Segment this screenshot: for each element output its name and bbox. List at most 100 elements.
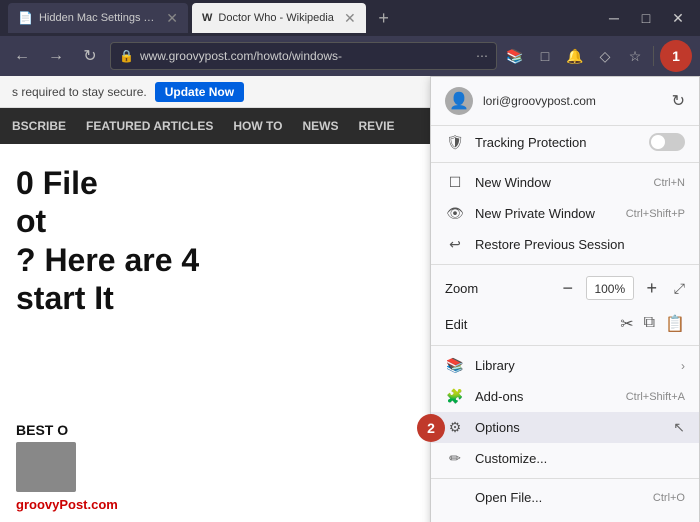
nav-bar: ← → ↻ 🔒 www.groovypost.com/howto/windows… [0, 36, 700, 76]
library-menu-icon: 📚 [445, 357, 465, 374]
cut-icon[interactable]: ✂ [620, 314, 633, 334]
hamburger-menu-button[interactable]: 1 [660, 40, 692, 72]
private-window-shortcut: Ctrl+Shift+P [626, 208, 685, 220]
step1-badge-label: 1 [672, 48, 680, 64]
private-window-label: New Private Window [475, 206, 616, 221]
back-button[interactable]: ← [8, 42, 36, 70]
zoom-value: 100% [586, 276, 634, 300]
divider-3 [431, 345, 699, 346]
zoom-fullscreen-icon[interactable]: ⤢ [674, 280, 685, 297]
menu-button-area: 1 [660, 40, 692, 72]
menu-item-addons[interactable]: 🧩 Add-ons Ctrl+Shift+A [431, 381, 699, 412]
avatar-icon: 👤 [449, 91, 469, 111]
security-icon: 🔒 [119, 49, 134, 63]
tab2-favicon: W [202, 12, 212, 24]
tab1-favicon: 📄 [18, 11, 33, 25]
customize-label: Customize... [475, 451, 685, 466]
step2-badge: 2 [417, 414, 445, 442]
menu-item-open-file[interactable]: Open File... Ctrl+O [431, 483, 699, 512]
options-label: Options [475, 420, 659, 435]
forward-button[interactable]: → [42, 42, 70, 70]
pocket-icon[interactable]: ◇ [593, 44, 617, 68]
cursor-icon: ↖ [673, 419, 685, 436]
divider-2 [431, 264, 699, 265]
tab1-close[interactable]: ✕ [166, 10, 178, 27]
menu-item-library[interactable]: 📚 Library › [431, 350, 699, 381]
addons-icon: 🧩 [445, 388, 465, 405]
menu-item-edit: Edit ✂ ⧉ 📋 [431, 307, 699, 341]
tab-doctor-who[interactable]: W Doctor Who - Wikipedia ✕ [192, 3, 366, 33]
menu-item-restore[interactable]: ↩ Restore Previous Session [431, 229, 699, 260]
menu-item-tracking[interactable]: 🛡 Tracking Protection [431, 126, 699, 158]
menu-item-save-page[interactable]: Save Page As... Ctrl+S [431, 512, 699, 522]
step2-badge-label: 2 [427, 420, 435, 436]
toolbar-icons: 📚 □ 🔔 ◇ ☆ 1 [503, 40, 692, 72]
open-file-shortcut: Ctrl+O [653, 492, 685, 504]
restore-icon: ↩ [445, 236, 465, 253]
menu-item-private-window[interactable]: 👁 New Private Window Ctrl+Shift+P [431, 198, 699, 229]
tab-hidden-mac[interactable]: 📄 Hidden Mac Settings You Ca... ✕ [8, 3, 188, 33]
tracking-icon: 🛡 [445, 134, 465, 151]
options-icon: ⚙ [445, 419, 465, 436]
paste-icon[interactable]: 📋 [665, 314, 685, 334]
reload-button[interactable]: ↻ [76, 42, 104, 70]
library-label: Library [475, 358, 671, 373]
addons-shortcut: Ctrl+Shift+A [626, 391, 685, 403]
url-text: www.groovypost.com/howto/windows- [140, 49, 470, 63]
menu-item-new-window[interactable]: ☐ New Window Ctrl+N [431, 167, 699, 198]
page-footer: BEST O groovyPost.com [0, 414, 270, 522]
close-button[interactable]: ✕ [664, 4, 692, 32]
title-bar: 📄 Hidden Mac Settings You Ca... ✕ W Doct… [0, 0, 700, 36]
best-of-label: BEST O [16, 422, 254, 438]
sync-button[interactable]: ↻ [672, 91, 685, 111]
update-now-button[interactable]: Update Now [155, 82, 244, 102]
new-window-label: New Window [475, 175, 644, 190]
nav-reviews[interactable]: REVIE [358, 119, 394, 133]
new-tab-button[interactable]: + [370, 4, 398, 32]
window-controls: ─ □ ✕ [600, 4, 692, 32]
tab2-close[interactable]: ✕ [344, 10, 356, 27]
separator [653, 46, 654, 66]
menu-email: lori@groovypost.com [483, 94, 662, 108]
menu-avatar: 👤 [445, 87, 473, 115]
maximize-button[interactable]: □ [632, 4, 660, 32]
restore-label: Restore Previous Session [475, 237, 685, 252]
copy-icon[interactable]: ⧉ [644, 314, 655, 334]
bookmark-icon[interactable]: ☆ [623, 44, 647, 68]
tab1-title: Hidden Mac Settings You Ca... [39, 12, 156, 24]
new-window-icon: ☐ [445, 174, 465, 191]
nav-howto[interactable]: HOW TO [233, 119, 282, 133]
groovy-logo: groovyPost.com [16, 496, 254, 514]
edit-icons: ✂ ⧉ 📋 [620, 314, 685, 334]
new-window-shortcut: Ctrl+N [654, 177, 685, 189]
tab2-title: Doctor Who - Wikipedia [218, 12, 334, 24]
notifications-icon[interactable]: 🔔 [563, 44, 587, 68]
update-message: s required to stay secure. [12, 85, 147, 99]
addons-label: Add-ons [475, 389, 616, 404]
container-icon[interactable]: □ [533, 44, 557, 68]
tracking-label: Tracking Protection [475, 135, 639, 150]
open-file-label: Open File... [475, 490, 643, 505]
edit-label: Edit [445, 317, 614, 332]
zoom-decrease-button[interactable]: − [556, 276, 580, 300]
nav-subscribe[interactable]: BSCRIBE [12, 119, 66, 133]
menu-item-customize[interactable]: ✏ Customize... [431, 443, 699, 474]
zoom-label: Zoom [445, 281, 550, 296]
customize-icon: ✏ [445, 450, 465, 467]
browser-window: 📄 Hidden Mac Settings You Ca... ✕ W Doct… [0, 0, 700, 522]
thumbnail-image [16, 442, 76, 492]
nav-news[interactable]: NEWS [302, 119, 338, 133]
dropdown-menu: 👤 lori@groovypost.com ↻ 🛡 Tracking Prote… [430, 76, 700, 522]
tracking-toggle[interactable] [649, 133, 685, 151]
main-content: s required to stay secure. Update Now BS… [0, 76, 700, 522]
private-window-icon: 👁 [445, 205, 465, 222]
menu-item-zoom: Zoom − 100% + ⤢ [431, 269, 699, 307]
page-action-icon: ⋯ [476, 49, 488, 63]
library-icon[interactable]: 📚 [503, 44, 527, 68]
minimize-button[interactable]: ─ [600, 4, 628, 32]
menu-item-options[interactable]: 2 ⚙ Options ↖ [431, 412, 699, 443]
address-bar[interactable]: 🔒 www.groovypost.com/howto/windows- ⋯ [110, 42, 497, 70]
zoom-increase-button[interactable]: + [640, 276, 664, 300]
nav-featured[interactable]: FEATURED ARTICLES [86, 119, 213, 133]
divider-4 [431, 478, 699, 479]
